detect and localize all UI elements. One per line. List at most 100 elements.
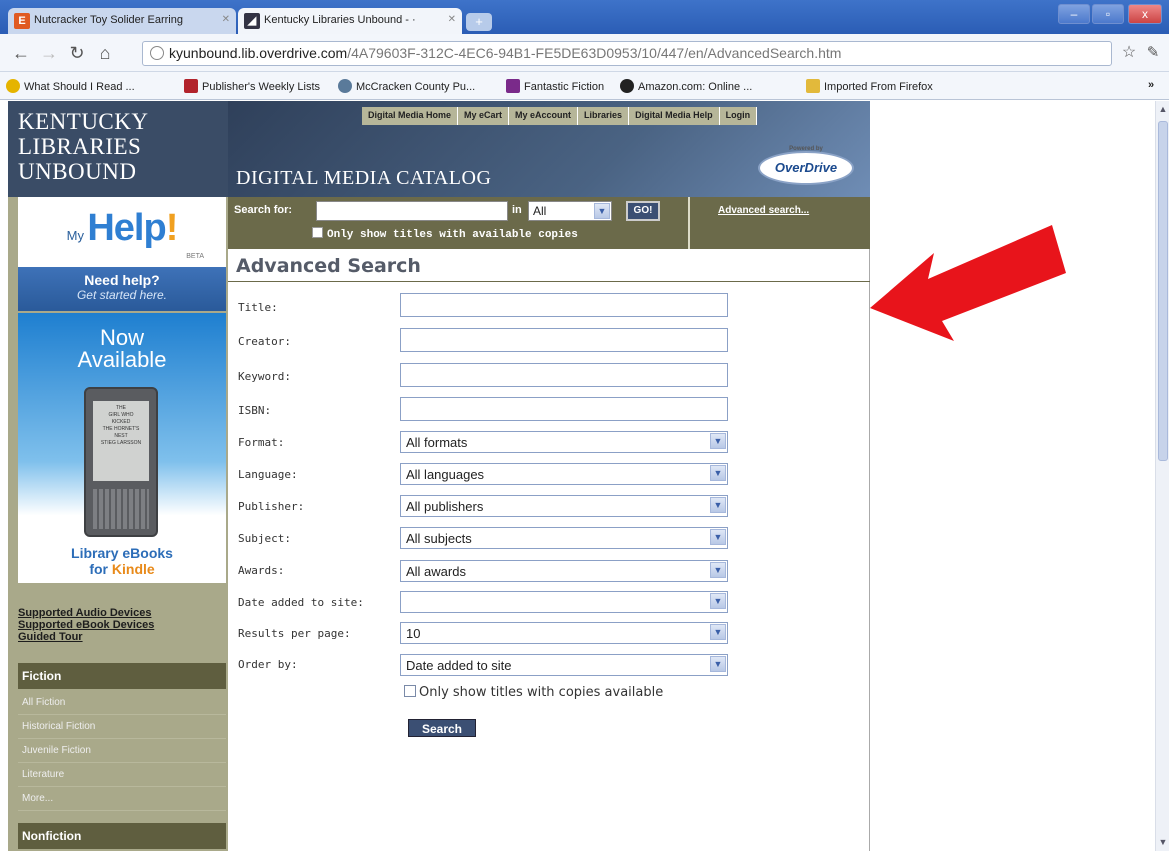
format-select[interactable]: All formats ▼: [400, 431, 728, 453]
language-select[interactable]: All languages ▼: [400, 463, 728, 485]
nav-digital-media-help[interactable]: Digital Media Help: [629, 107, 720, 125]
checkbox[interactable]: [404, 685, 416, 697]
star-icon[interactable]: ☆: [1118, 42, 1140, 64]
scroll-thumb[interactable]: [1158, 121, 1168, 461]
title-field[interactable]: [400, 293, 728, 317]
publisher-select[interactable]: All publishers ▼: [400, 495, 728, 517]
device-links: Supported Audio Devices Supported eBook …: [18, 607, 226, 643]
search-button[interactable]: Search: [408, 719, 476, 737]
sidebar-item-all-fiction[interactable]: All Fiction: [18, 691, 226, 715]
maximize-button[interactable]: ▫: [1092, 4, 1124, 24]
back-icon[interactable]: ←: [10, 42, 32, 64]
kindle-promo[interactable]: Now Available THE GIRL WHO KICKED THE HO…: [18, 313, 226, 583]
myhelp-banner[interactable]: My Help! BETA: [18, 197, 226, 267]
screen-text: STIEG LARSSON: [100, 440, 142, 446]
checkbox[interactable]: [312, 227, 323, 238]
date-added-select[interactable]: ▼: [400, 591, 728, 613]
tab-kentucky-libraries[interactable]: ◢ Kentucky Libraries Unbound - · ✕: [238, 8, 462, 34]
overdrive-logo[interactable]: Powered by OverDrive: [758, 146, 854, 185]
results-per-page-select[interactable]: 10 ▼: [400, 622, 728, 644]
scroll-down-icon[interactable]: ▼: [1158, 837, 1168, 847]
page-info-icon[interactable]: [150, 46, 164, 60]
page-title: Advanced Search: [236, 255, 421, 277]
exclamation-icon: !: [165, 207, 179, 249]
catalog-header: Digital Media Home My eCart My eAccount Lib…: [228, 101, 870, 197]
catalog-title: DIGITAL MEDIA CATALOG: [236, 167, 492, 189]
for-text: for: [89, 561, 112, 577]
tab-close-icon[interactable]: ✕: [448, 14, 456, 25]
order-by-select[interactable]: Date added to site ▼: [400, 654, 728, 676]
link-supported-ebook[interactable]: Supported eBook Devices: [18, 619, 226, 631]
keyword-field[interactable]: [400, 363, 728, 387]
scroll-up-icon[interactable]: ▲: [1158, 104, 1168, 114]
bookmark-folder-imported[interactable]: Imported From Firefox: [806, 79, 933, 93]
nav-my-ecart[interactable]: My eCart: [458, 107, 510, 125]
bookmarks-overflow-button[interactable]: »: [1148, 79, 1154, 91]
search-input[interactable]: [316, 201, 508, 221]
forward-icon[interactable]: →: [38, 42, 60, 64]
home-icon[interactable]: ⌂: [94, 42, 116, 64]
quick-search-bar: Search for: in All ▼ GO! Only show title…: [228, 197, 870, 249]
new-tab-button[interactable]: +: [466, 13, 492, 31]
chevron-down-icon: ▼: [710, 465, 726, 481]
creator-field[interactable]: [400, 328, 728, 352]
scope-value: All: [533, 204, 547, 218]
site-logo[interactable]: KENTUCKY LIBRARIES UNBOUND: [8, 101, 228, 197]
nonfiction-heading[interactable]: Nonfiction: [18, 823, 226, 849]
advanced-search-link[interactable]: Advanced search...: [688, 197, 870, 249]
sidebar-item-more[interactable]: More...: [18, 787, 226, 811]
bookmark-amazon[interactable]: Amazon.com: Online ...: [620, 79, 752, 93]
need-help-banner[interactable]: Need help? Get started here.: [18, 267, 226, 311]
reload-icon[interactable]: ↻: [66, 42, 88, 64]
bookmark-icon: [184, 79, 198, 93]
folder-icon: [806, 79, 820, 93]
minimize-button[interactable]: –: [1058, 4, 1090, 24]
nav-login[interactable]: Login: [720, 107, 758, 125]
bookmark-what-should-i-read[interactable]: What Should I Read ...: [6, 79, 135, 93]
kindle-keyboard: [93, 489, 149, 529]
bookmark-mccracken-county[interactable]: McCracken County Pu...: [338, 79, 475, 93]
select-value: All publishers: [406, 499, 484, 514]
language-label: Language:: [238, 468, 298, 481]
address-bar[interactable]: kyunbound.lib.overdrive.com/4A79603F-312…: [142, 41, 1112, 66]
nav-my-eaccount[interactable]: My eAccount: [509, 107, 579, 125]
sidebar-item-juvenile-fiction[interactable]: Juvenile Fiction: [18, 739, 226, 763]
amazon-icon: [620, 79, 634, 93]
overdrive-favicon-icon: ◢: [244, 13, 260, 29]
keyword-label: Keyword:: [238, 370, 291, 383]
kindle-device-image: THE GIRL WHO KICKED THE HORNET'S NEST ST…: [84, 387, 158, 537]
link-guided-tour[interactable]: Guided Tour: [18, 631, 226, 643]
browser-window: E Nutcracker Toy Solider Earring ✕ ◢ Ken…: [0, 0, 1169, 851]
tab-close-icon[interactable]: ✕: [222, 14, 230, 25]
search-scope-select[interactable]: All ▼: [528, 201, 612, 221]
go-button[interactable]: GO!: [626, 201, 660, 221]
subject-select[interactable]: All subjects ▼: [400, 527, 728, 549]
advanced-search-form: Advanced Search Title: Creator: Keyword:…: [228, 249, 870, 851]
library-ebooks-text: Library eBooks for Kindle: [18, 545, 226, 577]
link-supported-audio[interactable]: Supported Audio Devices: [18, 607, 226, 619]
sidebar-item-literature[interactable]: Literature: [18, 763, 226, 787]
left-sidebar: My Help! BETA Need help? Get started her…: [8, 197, 228, 851]
wrench-icon[interactable]: ✎: [1142, 42, 1164, 64]
address-path: /4A79603F-312C-4EC6-94B1-FE5DE63D0953/10…: [347, 45, 842, 61]
only-available-checkbox-row[interactable]: Only show titles with copies available: [404, 685, 663, 700]
logo-line: UNBOUND: [18, 159, 137, 184]
vertical-scrollbar[interactable]: ▲ ▼: [1155, 101, 1169, 851]
isbn-field[interactable]: [400, 397, 728, 421]
close-button[interactable]: x: [1128, 4, 1162, 24]
select-value: All subjects: [406, 531, 472, 546]
select-value: All awards: [406, 564, 466, 579]
quick-available-checkbox-row[interactable]: Only show titles with available copies: [312, 227, 578, 241]
bookmark-fantastic-fiction[interactable]: Fantastic Fiction: [506, 79, 604, 93]
promo-available: Available: [77, 347, 167, 372]
tab-label: Kentucky Libraries Unbound - ·: [264, 14, 416, 26]
bookmark-icon: [6, 79, 20, 93]
sidebar-item-historical-fiction[interactable]: Historical Fiction: [18, 715, 226, 739]
tab-nutcracker[interactable]: E Nutcracker Toy Solider Earring ✕: [8, 8, 236, 34]
awards-select[interactable]: All awards ▼: [400, 560, 728, 582]
nav-digital-media-home[interactable]: Digital Media Home: [362, 107, 459, 125]
chevron-down-icon: ▼: [710, 433, 726, 449]
bookmark-publishers-weekly[interactable]: Publisher's Weekly Lists: [184, 79, 320, 93]
fiction-heading[interactable]: Fiction: [18, 663, 226, 689]
nav-libraries[interactable]: Libraries: [578, 107, 630, 125]
